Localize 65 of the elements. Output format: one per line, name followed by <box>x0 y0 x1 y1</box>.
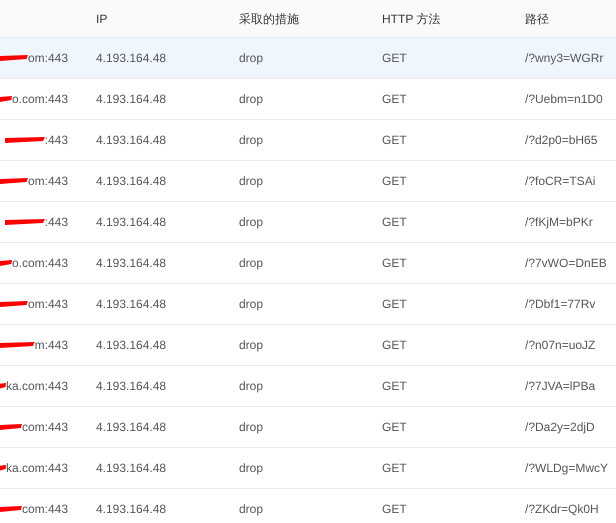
table-cell: drop <box>239 215 264 229</box>
table-cell: GET <box>382 215 407 229</box>
table-cell-text: :443 <box>44 214 68 231</box>
table-cell-text: o.com:443 <box>12 91 68 108</box>
table-cell: GET <box>382 502 407 516</box>
table-cell: 4.193.164.48 <box>96 379 166 393</box>
table-cell: GET <box>382 92 407 106</box>
column-header: 采取的措施 <box>239 12 299 26</box>
table-cell-text: m:443 <box>34 337 68 354</box>
table-cell-text: om:443 <box>28 296 68 313</box>
column-header: 路径 <box>525 12 549 26</box>
table-cell: 4.193.164.48 <box>96 133 166 147</box>
table-cell: /?Uebm=n1D0 <box>525 92 603 106</box>
table-cell: drop <box>239 133 264 147</box>
table-cell: drop <box>239 338 264 352</box>
table-cell-text: om:443 <box>28 173 68 190</box>
table-cell-text: om:443 <box>28 50 68 67</box>
table-cell: 4.193.164.48 <box>96 297 166 311</box>
table-cell: drop <box>239 297 264 311</box>
table-cell: GET <box>382 379 407 393</box>
table-cell: GET <box>382 420 407 434</box>
table-cell-text: ka.com:443 <box>6 378 68 395</box>
table-cell-text: :443 <box>44 132 68 149</box>
table-cell: 4.193.164.48 <box>96 51 166 65</box>
table-cell: 4.193.164.48 <box>96 420 166 434</box>
table-cell: 4.193.164.48 <box>96 461 166 475</box>
table-cell: /?7JVA=lPBa <box>525 379 596 393</box>
table-cell: /?wny3=WGRr <box>525 51 604 65</box>
table-cell: /?Dbf1=77Rv <box>525 297 596 311</box>
table-cell: GET <box>382 51 407 65</box>
table-cell-text: ka.com:443 <box>6 460 68 477</box>
table-cell: /?foCR=TSAi <box>525 174 596 188</box>
table-cell: GET <box>382 297 407 311</box>
table-cell: drop <box>239 256 264 270</box>
table-cell: /?Da2y=2djD <box>525 420 595 434</box>
table-cell: 4.193.164.48 <box>96 502 166 516</box>
table-cell: 4.193.164.48 <box>96 338 166 352</box>
table-cell: /?7vWO=DnEB <box>525 256 607 270</box>
table-cell: drop <box>239 92 264 106</box>
table-cell: /?WLDg=MwcY <box>525 461 608 475</box>
column-header: HTTP 方法 <box>382 12 440 26</box>
table-cell: 4.193.164.48 <box>96 256 166 270</box>
table-cell: /?ZKdr=Qk0H <box>525 502 599 516</box>
table-cell: GET <box>382 461 407 475</box>
table-cell: /?n07n=uoJZ <box>525 338 596 352</box>
table-cell: drop <box>239 51 264 65</box>
table-cell: GET <box>382 256 407 270</box>
table-cell: drop <box>239 379 264 393</box>
table-cell: 4.193.164.48 <box>96 92 166 106</box>
table-cell: drop <box>239 174 264 188</box>
table-cell: /?fKjM=bPKr <box>525 215 593 229</box>
table-cell: GET <box>382 174 407 188</box>
table-cell: /?d2p0=bH65 <box>525 133 598 147</box>
table-row[interactable]: om:443 4.193.164.48 drop GET /?wny3=WGRr <box>0 38 616 79</box>
column-header: IP <box>96 12 108 26</box>
table-cell: GET <box>382 133 407 147</box>
table-cell-text: com:443 <box>22 419 68 436</box>
table-cell: GET <box>382 338 407 352</box>
table-cell: 4.193.164.48 <box>96 174 166 188</box>
table-cell: drop <box>239 502 264 516</box>
table-cell-text: com:443 <box>22 501 68 518</box>
table-cell: drop <box>239 420 264 434</box>
table-cell-text: o.com:443 <box>12 255 68 272</box>
table-cell: 4.193.164.48 <box>96 215 166 229</box>
table-cell: drop <box>239 461 264 475</box>
